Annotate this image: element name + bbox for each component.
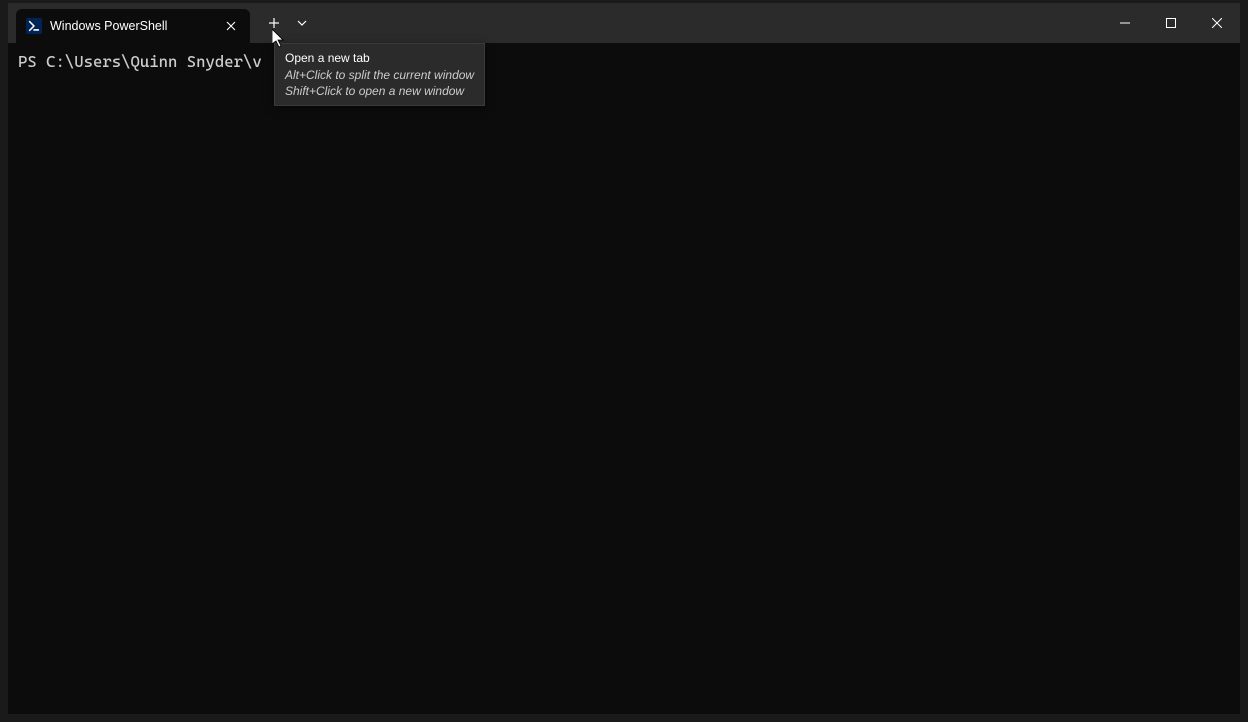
- tab-powershell[interactable]: Windows PowerShell: [16, 9, 250, 43]
- new-tab-tooltip: Open a new tab Alt+Click to split the cu…: [274, 43, 485, 106]
- maximize-button[interactable]: [1148, 3, 1194, 43]
- tab-area: Windows PowerShell: [8, 3, 250, 43]
- maximize-icon: [1166, 18, 1176, 28]
- titlebar: Windows PowerShell: [8, 3, 1240, 43]
- close-button[interactable]: [1194, 3, 1240, 43]
- close-icon: [1212, 18, 1222, 28]
- minimize-icon: [1120, 18, 1130, 28]
- plus-icon: [268, 17, 280, 29]
- terminal-window: Windows PowerShell: [8, 3, 1240, 714]
- tab-dropdown-button[interactable]: [290, 7, 314, 39]
- chevron-down-icon: [296, 17, 308, 29]
- tooltip-line-2: Shift+Click to open a new window: [285, 83, 474, 99]
- tab-close-button[interactable]: [222, 17, 240, 35]
- prompt-line: PS C:\Users\Quinn Snyder\v: [18, 52, 262, 71]
- tooltip-title: Open a new tab: [285, 50, 474, 67]
- tab-title: Windows PowerShell: [50, 19, 214, 33]
- tooltip-line-1: Alt+Click to split the current window: [285, 67, 474, 83]
- window-controls: [1102, 3, 1240, 43]
- terminal-body[interactable]: PS C:\Users\Quinn Snyder\v: [8, 43, 1240, 714]
- tab-controls: [250, 3, 314, 43]
- minimize-button[interactable]: [1102, 3, 1148, 43]
- powershell-icon: [26, 18, 42, 34]
- new-tab-button[interactable]: [258, 7, 290, 39]
